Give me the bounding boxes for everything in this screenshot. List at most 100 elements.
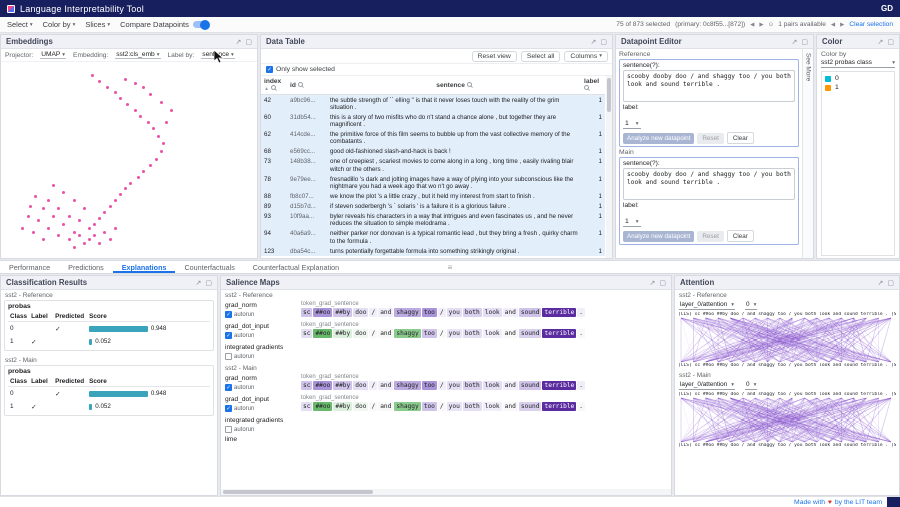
salience-token[interactable]: shaggy (394, 402, 420, 411)
column-header[interactable]: Predicted (53, 376, 87, 387)
next-pair-icon[interactable]: ▶ (840, 22, 844, 28)
reset-button[interactable]: Reset (697, 231, 723, 242)
salience-token[interactable]: doo (353, 329, 368, 338)
embedding-point[interactable] (142, 86, 145, 89)
column-header[interactable]: Class (8, 311, 29, 322)
salience-token[interactable]: / (369, 308, 377, 317)
salience-token[interactable]: terrible (542, 402, 576, 411)
select-all-button[interactable]: Select all (521, 51, 561, 62)
head-select[interactable]: 0▾ (745, 381, 757, 390)
embedding-point[interactable] (73, 246, 76, 249)
embedding-point[interactable] (88, 227, 91, 230)
salience-token[interactable]: shaggy (394, 329, 420, 338)
embedding-point[interactable] (109, 238, 112, 241)
head-select[interactable]: 0▾ (745, 301, 757, 310)
column-header[interactable]: Score (87, 376, 210, 387)
embedding-scatter[interactable] (1, 62, 257, 258)
autorun-control[interactable]: ✓autorun (225, 311, 301, 318)
embedding-point[interactable] (134, 109, 137, 112)
select-menu[interactable]: Select ▾ (7, 20, 33, 29)
prev-datapoint-icon[interactable]: ◀ (750, 22, 754, 28)
embedding-point[interactable] (91, 74, 94, 77)
salience-token[interactable]: ##oo (313, 308, 332, 317)
column-header-sentence[interactable]: sentence (327, 76, 581, 95)
embedding-point[interactable] (37, 219, 40, 222)
maximize-icon[interactable]: ▢ (887, 279, 894, 287)
embedding-point[interactable] (147, 121, 150, 124)
reset-view-button[interactable]: Reset view (472, 51, 517, 62)
search-icon[interactable] (271, 85, 276, 90)
salience-token[interactable]: both (463, 402, 482, 411)
embedding-point[interactable] (129, 182, 132, 185)
embedding-point[interactable] (160, 101, 163, 104)
autorun-checkbox[interactable]: ✓ (225, 332, 232, 339)
salience-token[interactable]: look (483, 402, 502, 411)
next-datapoint-icon[interactable]: ▶ (759, 22, 763, 28)
search-icon[interactable] (584, 85, 589, 90)
embedding-point[interactable] (119, 193, 122, 196)
analyze-new-datapoint-button[interactable]: Analyze new datapoint (623, 133, 694, 144)
salience-token[interactable]: you (447, 402, 462, 411)
autorun-control[interactable]: autorun (225, 426, 301, 433)
embedding-point[interactable] (32, 231, 35, 234)
embedding-point[interactable] (62, 191, 65, 194)
salience-token[interactable]: and (503, 381, 518, 390)
salience-token[interactable]: you (447, 308, 462, 317)
salience-token[interactable]: ##oo (313, 329, 332, 338)
embedding-point[interactable] (47, 227, 50, 230)
popout-icon[interactable]: ↗ (196, 279, 202, 287)
table-row[interactable]: 62414cde...the primitive force of this f… (261, 130, 605, 147)
embedding-point[interactable] (126, 103, 129, 106)
table-row[interactable]: 88fb8c07...we know the plot 's a little … (261, 191, 605, 201)
tab-performance[interactable]: Performance (0, 261, 59, 273)
embedding-point[interactable] (139, 115, 142, 118)
embedding-point[interactable] (34, 195, 37, 198)
vertical-scrollbar[interactable] (606, 76, 612, 258)
autorun-control[interactable]: ✓autorun (225, 332, 301, 339)
maximize-icon[interactable]: ▢ (205, 279, 212, 287)
salience-token[interactable]: and (378, 308, 393, 317)
salience-token[interactable]: both (463, 329, 482, 338)
salience-token[interactable]: / (438, 329, 446, 338)
embedding-point[interactable] (103, 211, 106, 214)
table-row[interactable]: 89d15b7d...if steven soderbergh 's ` sol… (261, 202, 605, 212)
salience-token[interactable]: look (483, 329, 502, 338)
embedding-point[interactable] (114, 91, 117, 94)
search-icon[interactable] (467, 82, 472, 87)
salience-token[interactable]: both (463, 381, 482, 390)
scrollbar-thumb[interactable] (223, 490, 373, 494)
embedding-point[interactable] (68, 215, 71, 218)
autorun-checkbox[interactable] (225, 353, 232, 360)
table-row[interactable]: 68e569cc...good old-fashioned slash-and-… (261, 147, 605, 157)
salience-token[interactable]: and (378, 381, 393, 390)
salience-token[interactable]: doo (353, 402, 368, 411)
column-header-index[interactable]: index ▲ (261, 76, 287, 95)
salience-token[interactable]: terrible (542, 329, 576, 338)
sentence-textarea[interactable]: scooby dooby doo / and shaggy too / you … (623, 70, 795, 102)
salience-token[interactable]: look (483, 308, 502, 317)
popout-icon[interactable]: ↗ (792, 38, 798, 46)
drag-handle-icon[interactable]: ≡ (448, 261, 453, 273)
embedding-point[interactable] (98, 242, 101, 245)
embedding-point[interactable] (114, 199, 117, 202)
column-header[interactable]: Label (29, 311, 53, 322)
embedding-point[interactable] (57, 207, 60, 210)
salience-token[interactable]: and (503, 402, 518, 411)
embedding-point[interactable] (149, 93, 152, 96)
column-header[interactable]: Predicted (53, 311, 87, 322)
embedding-point[interactable] (29, 205, 32, 208)
table-row[interactable]: 9310f9aa...byler reveals his characters … (261, 212, 605, 229)
column-header-label[interactable]: label (581, 76, 605, 95)
autorun-control[interactable]: autorun (225, 353, 301, 360)
label-select[interactable]: 1▾ (623, 120, 641, 129)
embedding-point[interactable] (42, 207, 45, 210)
embedding-point[interactable] (21, 227, 24, 230)
salience-token[interactable]: and (503, 308, 518, 317)
embedding-point[interactable] (78, 219, 81, 222)
salience-token[interactable]: / (369, 402, 377, 411)
embedding-select[interactable]: sst2:cls_emb ▾ (115, 51, 160, 59)
embedding-point[interactable] (98, 80, 101, 83)
table-row[interactable]: 9440a6a9...neither parker nor donovan is… (261, 229, 605, 246)
slices-menu[interactable]: Slices ▾ (85, 20, 110, 29)
salience-token[interactable]: . (577, 329, 585, 338)
